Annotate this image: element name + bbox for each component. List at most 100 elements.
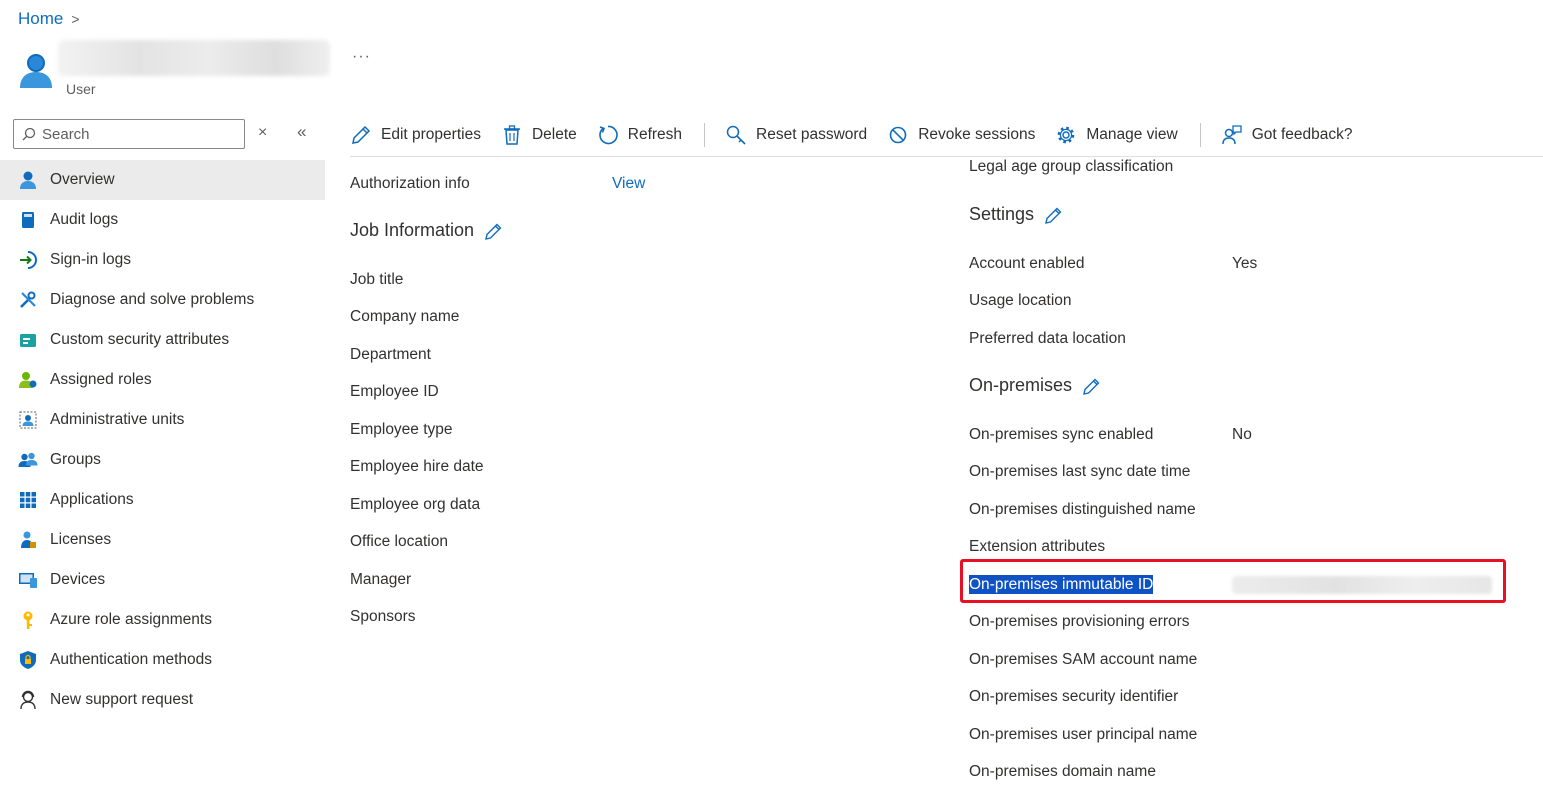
user-type-label: User [66, 81, 96, 97]
pencil-icon [352, 125, 371, 144]
apps-grid-icon [20, 492, 36, 508]
gear-icon [1058, 126, 1075, 144]
preferred-data-location-label: Preferred data location [969, 330, 1126, 347]
employee-org-data-label: Employee org data [350, 496, 481, 513]
authorization-info-view-link[interactable]: View [612, 175, 645, 193]
sidebar-item-label: Groups [50, 451, 101, 468]
sidebar-item-label: Overview [50, 171, 115, 188]
signin-arrow-icon [20, 251, 37, 269]
delete-button[interactable]: Delete [501, 117, 597, 153]
sidebar-item-label: Applications [50, 491, 134, 508]
reset-password-label: Reset password [756, 126, 868, 143]
book-icon [22, 212, 34, 228]
toolbar-divider-line [350, 156, 1543, 157]
sidebar-item-sign-in-logs[interactable]: Sign-in logs [0, 240, 325, 280]
employee-type-label: Employee type [350, 421, 453, 438]
refresh-button[interactable]: Refresh [597, 117, 702, 153]
shield-icon [20, 651, 36, 669]
user-display-name-redacted [58, 40, 330, 76]
trash-icon [503, 125, 520, 145]
onprem-distinguished-name-label: On-premises distinguished name [969, 501, 1196, 518]
onprem-domain-name-label: On-premises domain name [969, 763, 1156, 780]
tag-card-icon [20, 334, 36, 347]
admin-units-icon [19, 411, 37, 429]
feedback-person-icon [1221, 125, 1242, 145]
sidebar-item-devices[interactable]: Devices [0, 560, 325, 600]
sidebar-item-diagnose[interactable]: Diagnose and solve problems [0, 280, 325, 320]
job-title-label: Job title [350, 271, 404, 288]
user-avatar-icon [20, 54, 52, 88]
sidebar-item-label: Authentication methods [50, 651, 212, 668]
sidebar-nav: Overview Audit logs Sign-in logs Diagnos… [0, 160, 325, 720]
edit-pencil-icon[interactable] [484, 221, 504, 241]
edit-properties-button[interactable]: Edit properties [350, 117, 501, 153]
breadcrumb: Home > [18, 9, 80, 29]
sidebar-item-label: Administrative units [50, 411, 185, 428]
delete-label: Delete [531, 126, 577, 143]
onprem-sam-account-name-label: On-premises SAM account name [969, 651, 1198, 668]
sidebar-item-licenses[interactable]: Licenses [0, 520, 325, 560]
sidebar-item-groups[interactable]: Groups [0, 440, 325, 480]
selected-text: On-premises immutable ID [969, 575, 1154, 594]
reset-password-button[interactable]: Reset password [725, 117, 887, 153]
chevron-right-icon: > [71, 11, 80, 27]
department-label: Department [350, 346, 431, 363]
refresh-icon [598, 125, 618, 145]
sidebar-item-label: Azure role assignments [50, 611, 212, 628]
sidebar-item-label: Audit logs [50, 211, 119, 228]
sidebar-item-authentication-methods[interactable]: Authentication methods [0, 640, 325, 680]
employee-hire-date-label: Employee hire date [350, 458, 484, 475]
onprem-sync-enabled-value: No [1232, 426, 1252, 443]
clear-search-icon[interactable]: × [258, 124, 267, 142]
onprem-security-identifier-label: On-premises security identifier [969, 688, 1179, 705]
support-person-icon [20, 690, 36, 710]
onprem-immutable-id-label: On-premises immutable ID [969, 575, 1154, 594]
sidebar-item-new-support-request[interactable]: New support request [0, 680, 325, 720]
revoke-sessions-button[interactable]: Revoke sessions [887, 117, 1055, 153]
key-icon [23, 611, 33, 629]
account-enabled-value: Yes [1232, 255, 1258, 272]
edit-properties-label: Edit properties [381, 126, 481, 143]
search-icon [22, 127, 36, 141]
sidebar-item-assigned-roles[interactable]: Assigned roles [0, 360, 325, 400]
groups-icon [18, 452, 38, 467]
sidebar-item-label: Sign-in logs [50, 251, 131, 268]
key-search-icon [726, 125, 746, 145]
feedback-label: Got feedback? [1251, 126, 1353, 143]
onprem-immutable-id-value-redacted [1232, 576, 1492, 594]
toolbar-divider [704, 123, 706, 147]
onprem-last-sync-label: On-premises last sync date time [969, 463, 1191, 480]
breadcrumb-home-link[interactable]: Home [18, 9, 63, 29]
user-icon [20, 171, 36, 189]
license-icon [21, 531, 36, 548]
sidebar-item-overview[interactable]: Overview [0, 160, 325, 200]
section-title: Job Information [350, 220, 475, 240]
manager-label: Manager [350, 571, 412, 588]
job-information-section: Job Information [350, 220, 504, 241]
sidebar-item-azure-role-assignments[interactable]: Azure role assignments [0, 600, 325, 640]
authorization-info-label: Authorization info [350, 175, 470, 192]
usage-location-label: Usage location [969, 292, 1072, 309]
manage-view-button[interactable]: Manage view [1055, 117, 1197, 153]
sidebar-item-administrative-units[interactable]: Administrative units [0, 400, 325, 440]
sponsors-label: Sponsors [350, 608, 416, 625]
device-icon [19, 573, 37, 588]
sidebar-item-custom-security-attributes[interactable]: Custom security attributes [0, 320, 325, 360]
collapse-sidebar-icon[interactable]: « [297, 122, 306, 142]
office-location-label: Office location [350, 533, 448, 550]
sidebar-item-label: New support request [50, 691, 194, 708]
search-input[interactable] [42, 125, 232, 143]
sidebar-item-label: Assigned roles [50, 371, 152, 388]
revoke-sessions-label: Revoke sessions [918, 126, 1036, 143]
sidebar-item-applications[interactable]: Applications [0, 480, 325, 520]
extension-attributes-label: Extension attributes [969, 538, 1106, 555]
more-options-button[interactable]: ··· [352, 48, 371, 66]
feedback-button[interactable]: Got feedback? [1221, 117, 1373, 153]
employee-id-label: Employee ID [350, 383, 439, 400]
edit-pencil-icon[interactable] [1082, 376, 1102, 396]
manage-view-label: Manage view [1086, 126, 1178, 143]
edit-pencil-icon[interactable] [1044, 205, 1064, 225]
wrench-icon [20, 291, 36, 308]
toolbar-divider [1199, 123, 1201, 147]
sidebar-item-audit-logs[interactable]: Audit logs [0, 200, 325, 240]
